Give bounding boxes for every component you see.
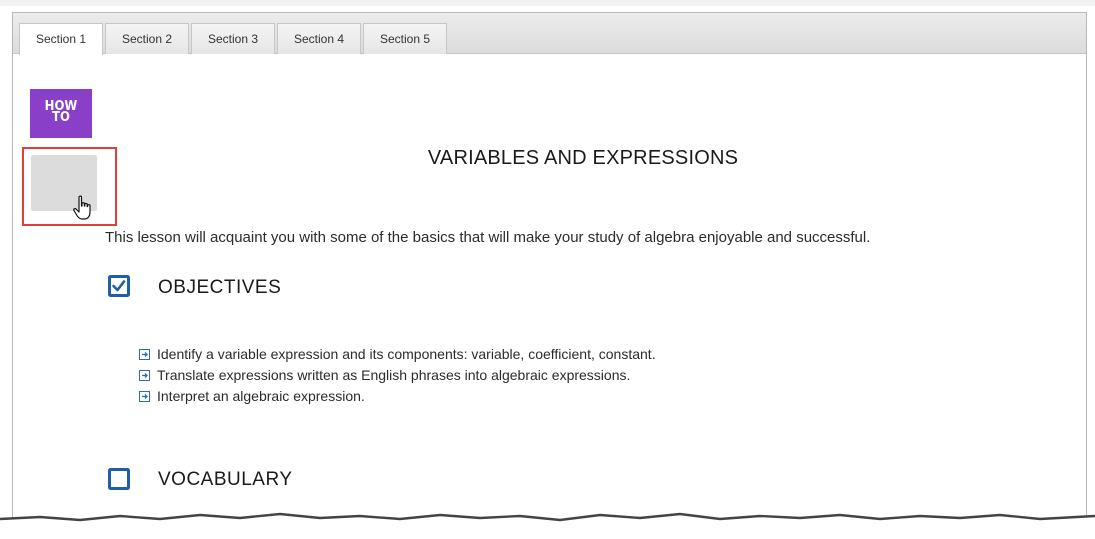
section-tab-bar: Section 1 Section 2 Section 3 Section 4 … bbox=[13, 13, 1086, 55]
expand-icon bbox=[139, 349, 150, 360]
tab-section-5[interactable]: Section 5 bbox=[363, 23, 447, 54]
lesson-intro: This lesson will acquaint you with some … bbox=[105, 229, 871, 246]
list-item: Identify a variable expression and its c… bbox=[139, 344, 656, 365]
how-to-label-line2: TO bbox=[52, 110, 70, 125]
list-item: Interpret an algebraic expression. bbox=[139, 386, 656, 407]
expand-icon bbox=[139, 391, 150, 402]
tab-section-3[interactable]: Section 3 bbox=[191, 23, 275, 54]
torn-edge-divider bbox=[0, 512, 1095, 539]
lesson-title: VARIABLES AND EXPRESSIONS bbox=[427, 147, 739, 169]
how-to-button[interactable]: HOW TO bbox=[30, 89, 92, 138]
objective-text: Translate expressions written as English… bbox=[157, 367, 631, 383]
hand-pointer-cursor-icon bbox=[73, 195, 91, 220]
tab-section-2[interactable]: Section 2 bbox=[105, 23, 189, 54]
objective-text: Identify a variable expression and its c… bbox=[157, 346, 656, 362]
list-item: Translate expressions written as English… bbox=[139, 365, 656, 386]
objectives-list: Identify a variable expression and its c… bbox=[139, 344, 656, 407]
tab-section-1[interactable]: Section 1 bbox=[19, 23, 103, 55]
objectives-heading: OBJECTIVES bbox=[158, 277, 282, 298]
tab-section-4[interactable]: Section 4 bbox=[277, 23, 361, 54]
checked-box-icon bbox=[108, 275, 130, 297]
expand-icon bbox=[139, 370, 150, 381]
objective-text: Interpret an algebraic expression. bbox=[157, 388, 365, 404]
outer-top-strip bbox=[0, 0, 1095, 6]
lesson-frame: Section 1 Section 2 Section 3 Section 4 … bbox=[12, 12, 1087, 539]
